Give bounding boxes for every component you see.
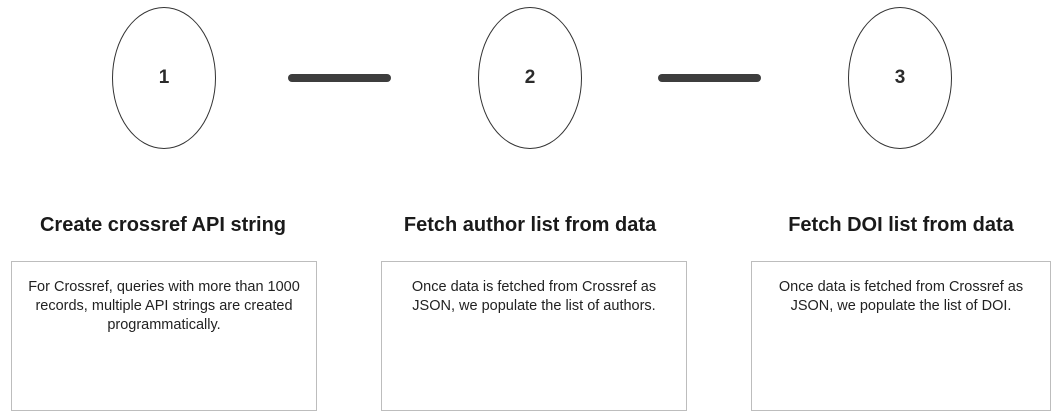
step-3-circle: 3 <box>848 7 952 149</box>
connector-2-3 <box>658 74 761 82</box>
connector-1-2 <box>288 74 391 82</box>
step-1-description: For Crossref, queries with more than 100… <box>28 279 300 333</box>
step-3-description-box: Once data is fetched from Crossref as JS… <box>751 261 1051 411</box>
step-1-description-box: For Crossref, queries with more than 100… <box>11 261 317 411</box>
step-2-description-box: Once data is fetched from Crossref as JS… <box>381 261 687 411</box>
step-3-number: 3 <box>894 67 906 88</box>
step-3-title: Fetch DOI list from data <box>788 214 1014 236</box>
step-1-title: Create crossref API string <box>39 214 286 236</box>
step-1-number: 1 <box>158 67 170 88</box>
step-2-description: Once data is fetched from Crossref as JS… <box>411 279 657 314</box>
step-2-title: Fetch author list from data <box>403 214 657 236</box>
step-3-description: Once data is fetched from Crossref as JS… <box>778 279 1024 314</box>
step-2-number: 2 <box>524 67 536 88</box>
step-2-circle: 2 <box>478 7 582 149</box>
step-1-circle: 1 <box>112 7 216 149</box>
